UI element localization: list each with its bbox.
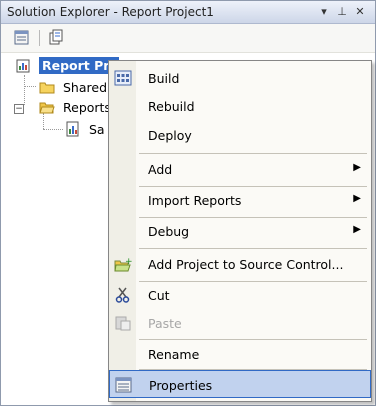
toolbar-separator [39,30,40,46]
menu-label-debug: Debug [148,224,190,239]
menu-label-cut: Cut [148,288,170,303]
menu-label-add-to-source-control: Add Project to Source Control... [148,257,344,272]
menu-item-import-reports[interactable]: Import Reports ▶ [109,186,371,214]
tree-node-shared[interactable]: Shared [63,80,109,95]
menu-item-debug[interactable]: Debug ▶ [109,217,371,245]
properties-icon [14,30,29,45]
menu-item-deploy[interactable]: Deploy [109,121,371,149]
svg-text:+: + [125,257,132,267]
menu-label-build: Build [148,71,180,86]
build-icon [114,70,132,86]
view-code-toolbar-button[interactable] [47,29,65,47]
tree-line [43,129,63,130]
menu-item-add-to-source-control[interactable]: + Add Project to Source Control... [109,250,371,278]
pin-button[interactable]: ⊥ [335,4,349,20]
submenu-arrow-icon: ▶ [353,224,361,235]
tree-node-report-project[interactable]: Report Project1 [39,57,119,74]
menu-item-rebuild[interactable]: Rebuild [109,92,371,120]
menu-label-add: Add [148,162,173,177]
paste-icon [114,315,132,331]
collapse-expander[interactable]: − [14,104,24,114]
menu-label-import-reports: Import Reports [148,193,242,208]
close-button[interactable]: ✕ [353,4,367,20]
menu-item-paste[interactable]: Paste [109,309,371,337]
menu-item-properties[interactable]: Properties [109,370,371,398]
menu-label-rename: Rename [148,347,200,362]
properties-toolbar-button[interactable] [13,29,31,47]
tree-line [24,75,25,105]
menu-label-rebuild: Rebuild [148,99,195,114]
menu-item-rename[interactable]: Rename [109,340,371,368]
title-bar: Solution Explorer - Report Project1 ▾ ⊥ … [1,1,375,24]
window-dropdown-button[interactable]: ▾ [317,4,331,20]
menu-item-add[interactable]: Add ▶ [109,155,371,183]
submenu-arrow-icon: ▶ [353,162,361,173]
scissors-icon [114,287,132,303]
submenu-arrow-icon: ▶ [353,193,361,204]
open-folder-icon [39,99,55,115]
menu-separator [139,248,367,249]
source-control-icon: + [114,256,133,272]
menu-label-deploy: Deploy [148,128,192,143]
menu-item-cut[interactable]: Cut [109,281,371,309]
view-code-icon [49,29,63,45]
menu-label-paste: Paste [148,316,182,331]
tree-line [43,113,44,129]
report-project-icon [16,58,32,74]
menu-separator [139,153,367,154]
menu-item-build[interactable]: Build [109,64,371,92]
tree-line [24,86,36,87]
folder-icon [39,79,55,95]
toolbar [1,24,375,53]
context-menu: Build Rebuild Deploy Add ▶ Import Report… [108,60,372,402]
window-title: Solution Explorer - Report Project1 [7,5,214,19]
properties-icon [115,377,133,393]
tree-node-report-item[interactable]: Sa [89,122,109,137]
menu-label-properties: Properties [149,378,213,393]
report-icon [65,121,81,137]
tree-node-reports[interactable]: Reports [63,100,109,115]
